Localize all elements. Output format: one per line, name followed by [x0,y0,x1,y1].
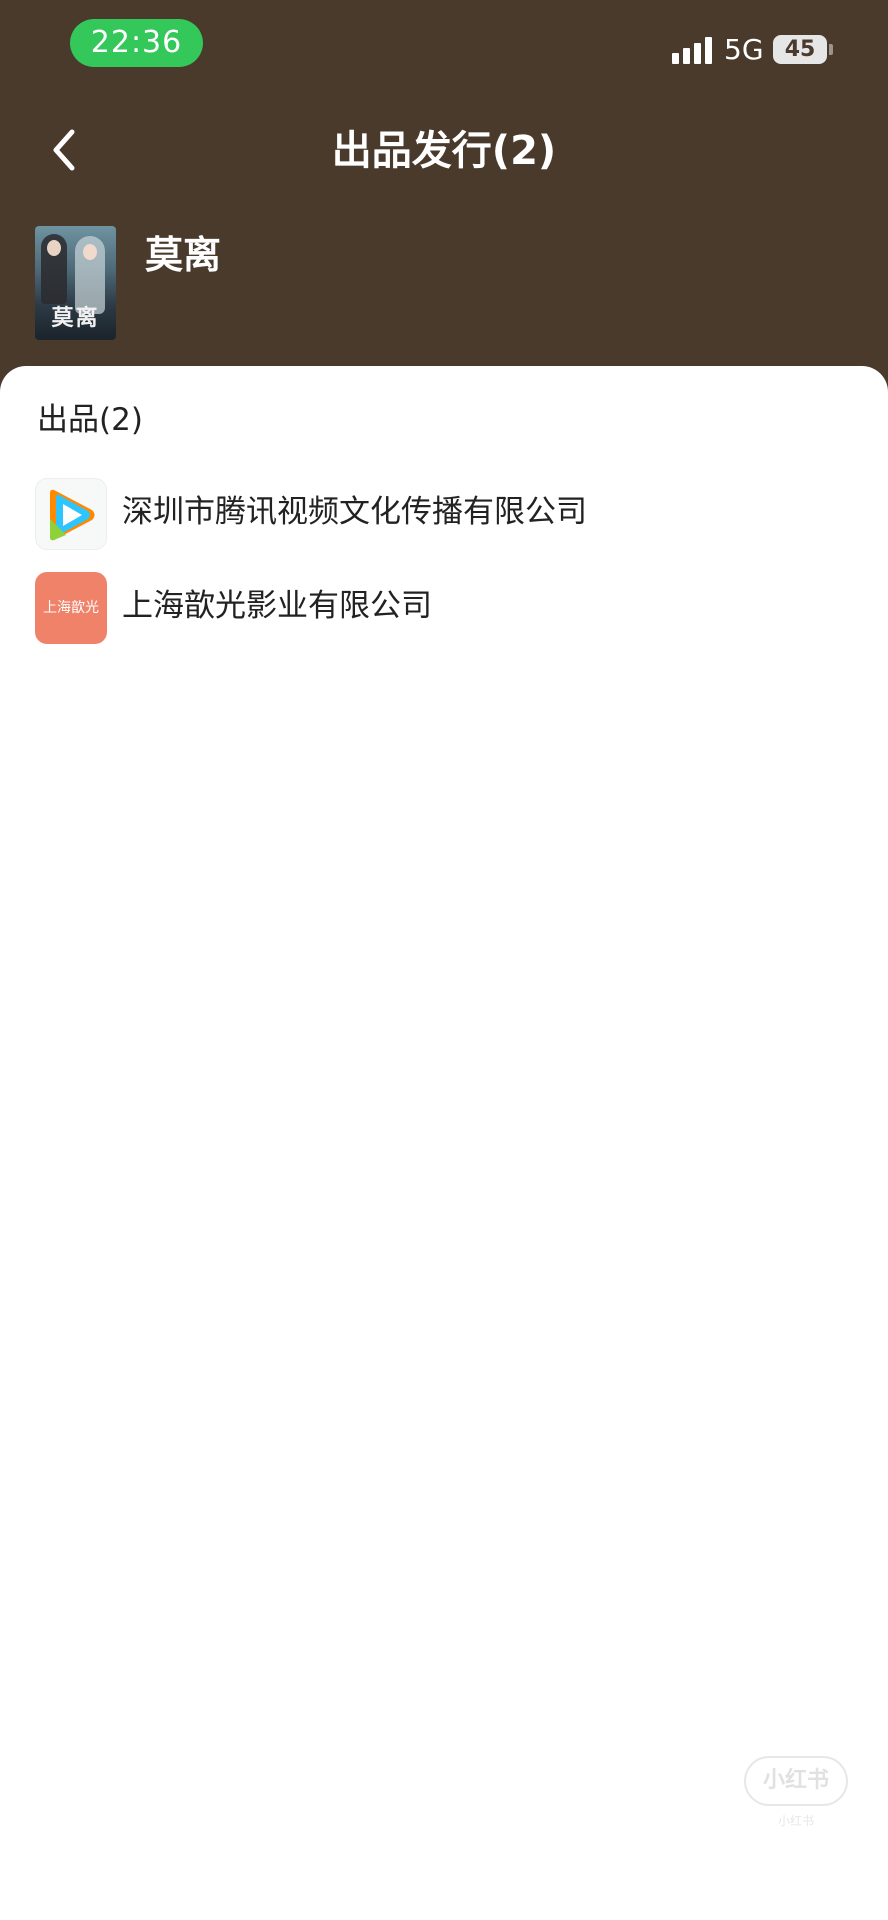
nav-bar: 出品发行(2) [0,96,888,206]
poster-face [83,244,97,260]
cellular-signal-icon [672,36,714,64]
tencent-video-logo-icon [50,489,95,541]
show-title[interactable]: 莫离 [145,230,221,280]
company-row-xinguang[interactable]: 上海歆光 上海歆光影业有限公司 [0,566,888,646]
battery-tip [829,44,833,55]
page-title: 出品发行(2) [331,128,557,174]
tencent-video-logo-icon [35,478,107,550]
poster-face [47,240,61,256]
production-sheet: 出品(2) 深圳市腾讯视频文化传播有限公司 上海歆光 上海歆光影业有限公司 [0,366,888,1920]
poster-caption: 莫离 [51,306,100,331]
watermark-sub: 小红书 [777,1814,814,1828]
xinguang-logo: 上海歆光 [35,572,107,644]
status-time: 22:36 [70,19,203,67]
network-type: 5G [724,33,764,66]
show-header: 莫离 莫离 [0,220,888,370]
watermark: 小红书 小红书 [744,1756,848,1836]
company-name: 深圳市腾讯视频文化传播有限公司 [122,494,587,530]
company-name: 上海歆光影业有限公司 [122,588,432,624]
watermark-logo: 小红书 [744,1756,848,1806]
logo-label: 上海歆光 [43,600,99,616]
section-heading-production: 出品(2) [37,402,143,438]
status-bar: 22:36 5G 45 [0,0,888,96]
show-poster[interactable]: 莫离 [35,226,116,340]
battery-icon: 45 [773,35,827,64]
company-row-tencent[interactable]: 深圳市腾讯视频文化传播有限公司 [0,472,888,552]
